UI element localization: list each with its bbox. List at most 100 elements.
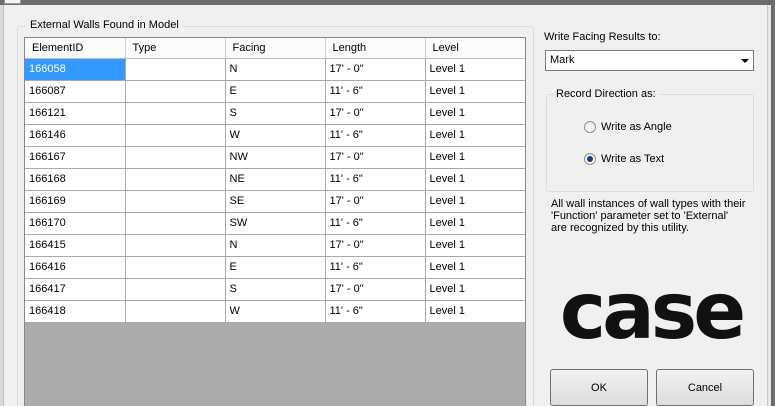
cell-length[interactable]: 11' - 6" [325,256,426,279]
column-header-length[interactable]: Length [325,38,426,59]
write-as-angle-radio[interactable]: Write as Angle [584,121,672,133]
cell-type[interactable] [125,300,226,323]
column-header-elementid[interactable]: ElementID [25,38,126,59]
table-row[interactable]: 166415 N 17' - 0" Level 1 [25,234,525,257]
cell-elementid[interactable]: 166058 [25,58,126,81]
cell-length[interactable]: 17' - 0" [325,190,426,213]
cell-length[interactable]: 11' - 6" [325,124,426,147]
cell-level[interactable]: Level 1 [425,300,525,323]
cancel-button[interactable]: Cancel [656,369,754,406]
cell-type[interactable] [125,234,226,257]
cell-level[interactable]: Level 1 [425,278,525,301]
external-walls-group-title: External Walls Found in Model [26,19,183,31]
cell-facing[interactable]: S [225,278,326,301]
chevron-down-icon[interactable] [741,59,749,63]
cell-level[interactable]: Level 1 [425,168,525,191]
cell-length[interactable]: 11' - 6" [325,212,426,235]
cell-type[interactable] [125,80,226,103]
cell-facing[interactable]: S [225,102,326,125]
column-header-type[interactable]: Type [125,38,226,59]
cell-length[interactable]: 17' - 0" [325,102,426,125]
ok-button[interactable]: OK [550,369,648,406]
window-right-border [767,5,775,406]
table-row[interactable]: 166169 SE 17' - 0" Level 1 [25,190,525,213]
cell-type[interactable] [125,102,226,125]
cell-level[interactable]: Level 1 [425,124,525,147]
write-results-dropdown[interactable]: Mark [545,50,754,71]
radio-circle-icon[interactable] [584,153,596,165]
cell-type[interactable] [125,58,226,81]
cell-type[interactable] [125,256,226,279]
cell-elementid[interactable]: 166121 [25,102,126,125]
radio-circle-icon[interactable] [584,121,596,133]
case-logo: case [560,272,747,352]
write-as-text-radio[interactable]: Write as Text [584,153,664,165]
cell-length[interactable]: 11' - 6" [325,300,426,323]
info-line: are recognized by this utility. [551,222,689,234]
cell-type[interactable] [125,124,226,147]
table-row[interactable]: 166418 W 11' - 6" Level 1 [25,300,525,323]
cell-length[interactable]: 17' - 0" [325,278,426,301]
cell-facing[interactable]: E [225,80,326,103]
cell-elementid[interactable]: 166169 [25,190,126,213]
cell-level[interactable]: Level 1 [425,190,525,213]
cell-facing[interactable]: NE [225,168,326,191]
cell-level[interactable]: Level 1 [425,102,525,125]
cell-length[interactable]: 11' - 6" [325,168,426,191]
cell-length[interactable]: 17' - 0" [325,146,426,169]
table-row[interactable]: 166416 E 11' - 6" Level 1 [25,256,525,279]
cell-level[interactable]: Level 1 [425,234,525,257]
cell-type[interactable] [125,190,226,213]
cell-facing[interactable]: SE [225,190,326,213]
cell-elementid[interactable]: 166170 [25,212,126,235]
info-line: All wall instances of wall types with th… [551,198,746,210]
table-row[interactable]: 166121 S 17' - 0" Level 1 [25,102,525,125]
window-left-border [0,5,4,406]
table-row[interactable]: 166146 W 11' - 6" Level 1 [25,124,525,147]
cell-facing[interactable]: NW [225,146,326,169]
title-bar-strip [0,0,775,5]
cell-facing[interactable]: W [225,124,326,147]
table-row[interactable]: 166168 NE 11' - 6" Level 1 [25,168,525,191]
table-row[interactable]: 166058 N 17' - 0" Level 1 [25,58,525,81]
table-row[interactable]: 166167 NW 17' - 0" Level 1 [25,146,525,169]
cell-facing[interactable]: SW [225,212,326,235]
cell-type[interactable] [125,278,226,301]
table-row[interactable]: 166417 S 17' - 0" Level 1 [25,278,525,301]
cell-level[interactable]: Level 1 [425,212,525,235]
cell-facing[interactable]: N [225,58,326,81]
table-row[interactable]: 166087 E 11' - 6" Level 1 [25,80,525,103]
cell-elementid[interactable]: 166417 [25,278,126,301]
cell-length[interactable]: 11' - 6" [325,80,426,103]
table-row[interactable]: 166170 SW 11' - 6" Level 1 [25,212,525,235]
info-line: 'Function' parameter set to 'External' [551,210,729,222]
cell-level[interactable]: Level 1 [425,146,525,169]
cell-elementid[interactable]: 166418 [25,300,126,323]
cell-level[interactable]: Level 1 [425,80,525,103]
write-as-angle-label[interactable]: Write as Angle [601,121,672,133]
cell-level[interactable]: Level 1 [425,256,525,279]
cell-elementid[interactable]: 166167 [25,146,126,169]
cell-length[interactable]: 17' - 0" [325,234,426,257]
info-text: All wall instances of wall types with th… [551,198,751,234]
column-header-facing[interactable]: Facing [225,38,326,59]
walls-data-grid[interactable]: ElementID Type Facing Length Level 16605… [24,37,526,406]
cell-type[interactable] [125,212,226,235]
cell-elementid[interactable]: 166416 [25,256,126,279]
cell-level[interactable]: Level 1 [425,58,525,81]
cell-elementid[interactable]: 166415 [25,234,126,257]
column-header-level[interactable]: Level [425,38,525,59]
cell-facing[interactable]: N [225,234,326,257]
cell-facing[interactable]: W [225,300,326,323]
cell-length[interactable]: 17' - 0" [325,58,426,81]
record-direction-group: Record Direction as: Write as Angle Writ… [546,88,754,192]
system-menu-icon[interactable] [4,0,21,4]
cell-type[interactable] [125,168,226,191]
write-as-text-label[interactable]: Write as Text [601,153,664,165]
cell-elementid[interactable]: 166146 [25,124,126,147]
cell-facing[interactable]: E [225,256,326,279]
cell-type[interactable] [125,146,226,169]
cell-elementid[interactable]: 166168 [25,168,126,191]
cell-elementid[interactable]: 166087 [25,80,126,103]
record-direction-title: Record Direction as: [553,88,659,100]
